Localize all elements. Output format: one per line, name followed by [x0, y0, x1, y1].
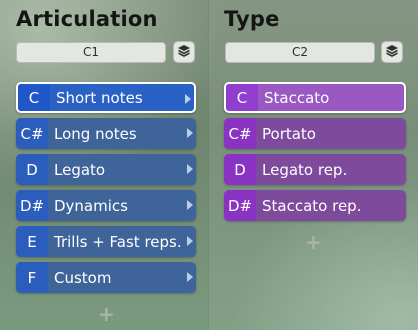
- note-badge: D: [224, 154, 256, 185]
- type-item[interactable]: C# Portato: [224, 118, 406, 149]
- type-column: Type C2 C Staccato C# Portato D Legato r…: [208, 0, 418, 330]
- articulation-item-label: Trills + Fast reps.: [54, 232, 182, 251]
- note-badge: D#: [224, 190, 256, 221]
- note-badge: E: [16, 226, 48, 257]
- note-badge: C: [226, 84, 258, 111]
- articulation-item-label: Legato: [54, 160, 106, 179]
- articulation-item-label: Custom: [54, 268, 112, 287]
- note-badge: F: [16, 262, 48, 293]
- chevron-right-icon[interactable]: [187, 164, 193, 174]
- type-title: Type: [224, 7, 280, 31]
- type-item-label: Legato rep.: [262, 160, 348, 179]
- note-badge: C#: [224, 118, 256, 149]
- chevron-right-icon[interactable]: [187, 272, 193, 282]
- note-badge: D#: [16, 190, 48, 221]
- chevron-right-icon[interactable]: [185, 94, 191, 104]
- articulation-list: C Short notes C# Long notes D Legato D# …: [16, 82, 196, 298]
- articulation-item-label: Dynamics: [54, 196, 128, 215]
- articulation-item[interactable]: D Legato: [16, 154, 196, 185]
- type-layers-button[interactable]: [381, 41, 403, 63]
- note-badge: D: [16, 154, 48, 185]
- articulation-column: Articulation C1 C Short notes C# Long no…: [0, 0, 208, 330]
- articulation-item[interactable]: E Trills + Fast reps.: [16, 226, 196, 257]
- chevron-right-icon[interactable]: [187, 200, 193, 210]
- articulation-item[interactable]: D# Dynamics: [16, 190, 196, 221]
- add-articulation-button[interactable]: +: [98, 304, 115, 324]
- articulation-item[interactable]: F Custom: [16, 262, 196, 293]
- type-item-label: Staccato rep.: [262, 196, 362, 215]
- type-item-label: Staccato: [264, 88, 330, 107]
- plus-icon: +: [98, 302, 115, 326]
- articulation-item[interactable]: C Short notes: [16, 82, 196, 113]
- type-item-label: Portato: [262, 124, 316, 143]
- type-item[interactable]: D Legato rep.: [224, 154, 406, 185]
- chevron-right-icon[interactable]: [187, 236, 193, 246]
- type-list: C Staccato C# Portato D Legato rep. D# S…: [224, 82, 406, 226]
- type-key-selector[interactable]: C2: [225, 42, 375, 63]
- type-item[interactable]: C Staccato: [224, 82, 406, 113]
- articulation-key-selector[interactable]: C1: [16, 42, 166, 63]
- layers-icon: [177, 43, 191, 62]
- type-item[interactable]: D# Staccato rep.: [224, 190, 406, 221]
- layers-icon: [385, 43, 399, 62]
- chevron-right-icon[interactable]: [187, 128, 193, 138]
- articulation-item[interactable]: C# Long notes: [16, 118, 196, 149]
- note-badge: C#: [16, 118, 48, 149]
- articulation-item-label: Long notes: [54, 124, 137, 143]
- note-badge: C: [18, 84, 50, 111]
- add-type-button[interactable]: +: [305, 232, 322, 252]
- articulation-item-label: Short notes: [56, 88, 143, 107]
- articulation-layers-button[interactable]: [173, 41, 195, 63]
- plus-icon: +: [305, 230, 322, 254]
- articulation-title: Articulation: [16, 7, 158, 31]
